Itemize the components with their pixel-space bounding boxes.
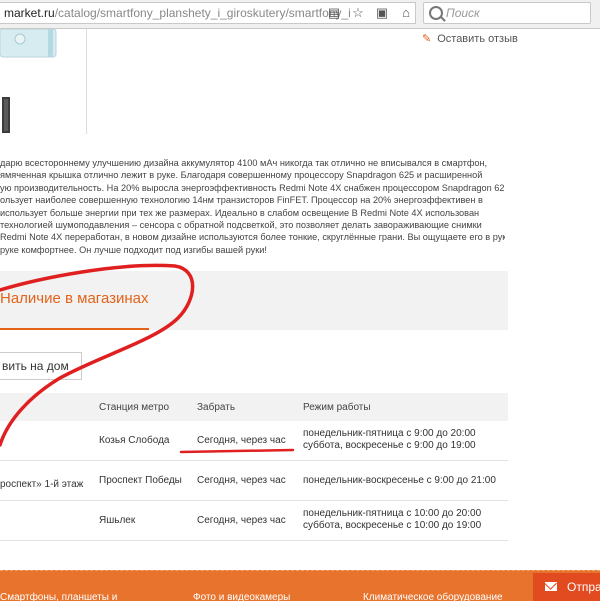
annotation-circle-stroke — [0, 263, 195, 447]
red-annotation-overlay — [0, 263, 295, 454]
annotation-underline-stroke — [179, 448, 295, 454]
